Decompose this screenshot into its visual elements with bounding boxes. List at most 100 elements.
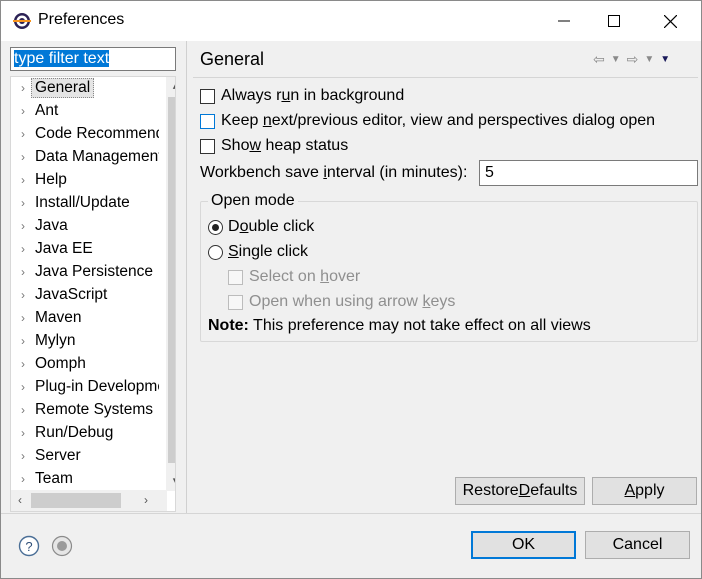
close-button[interactable] <box>647 1 693 41</box>
checkbox-box[interactable] <box>200 88 215 104</box>
chevron-right-icon[interactable]: › <box>11 449 31 463</box>
checkbox-label: Always run in background <box>221 87 405 104</box>
tree-item-data-management[interactable]: › Data Management <box>11 146 159 168</box>
tree-item-java-ee[interactable]: › Java EE <box>11 238 159 260</box>
info-icon[interactable] <box>51 535 73 557</box>
tree-item-label: Java <box>35 217 68 234</box>
tree-item-run-debug[interactable]: › Run/Debug <box>11 422 159 444</box>
view-menu-icon[interactable]: ▼ <box>660 54 670 65</box>
chevron-right-icon[interactable]: › <box>11 150 31 164</box>
chevron-right-icon[interactable]: › <box>11 357 31 371</box>
tree-item-mylyn[interactable]: › Mylyn <box>11 330 159 352</box>
radio-label: Single click <box>228 243 309 260</box>
minimize-button[interactable] <box>541 1 587 41</box>
tree-item-help[interactable]: › Help <box>11 169 159 191</box>
tree-item-label: Maven <box>35 309 82 326</box>
forward-arrow-icon[interactable]: ⇨ <box>627 51 639 68</box>
eclipse-icon <box>13 13 31 29</box>
vertical-scroll-thumb[interactable] <box>168 97 175 463</box>
back-dropdown-icon[interactable]: ▼ <box>611 54 621 65</box>
radio-button[interactable] <box>208 219 223 235</box>
chevron-right-icon[interactable]: › <box>11 380 31 394</box>
tree-item-label: Mylyn <box>35 332 76 349</box>
close-icon <box>663 14 677 28</box>
chevron-right-icon[interactable]: › <box>11 219 31 233</box>
chevron-right-icon[interactable]: › <box>11 334 31 348</box>
chevron-right-icon[interactable]: › <box>11 472 31 486</box>
tree-item-java-persistence[interactable]: › Java Persistence <box>11 261 159 283</box>
chevron-right-icon[interactable]: › <box>11 81 31 95</box>
bottom-separator <box>1 513 701 514</box>
chevron-right-icon[interactable]: › <box>11 173 31 187</box>
maximize-button[interactable] <box>591 1 637 41</box>
tree-item-maven[interactable]: › Maven <box>11 307 159 329</box>
tree-item-general[interactable]: › General <box>11 77 159 99</box>
horizontal-scrollbar[interactable]: ‹ › <box>11 490 167 511</box>
tree-item-label: Team <box>35 470 73 487</box>
checkbox-box[interactable] <box>200 138 215 154</box>
tree-item-oomph[interactable]: › Oomph <box>11 353 159 375</box>
apply-button[interactable]: Apply <box>592 477 697 505</box>
chevron-right-icon[interactable]: › <box>11 403 31 417</box>
show-heap-status-checkbox[interactable]: Show heap status <box>200 135 348 157</box>
checkbox-box[interactable] <box>228 269 243 285</box>
scroll-left-icon[interactable]: ‹ <box>11 490 29 511</box>
chevron-right-icon[interactable]: › <box>11 242 31 256</box>
title-separator <box>193 77 698 78</box>
help-icon[interactable]: ? <box>18 535 40 557</box>
minimize-icon <box>558 20 570 22</box>
tree-item-javascript[interactable]: › JavaScript <box>11 284 159 306</box>
open-mode-note: Note: This preference may not take effec… <box>208 317 591 334</box>
select-on-hover-checkbox[interactable]: Select on hover <box>228 266 360 288</box>
tree-item-install-update[interactable]: › Install/Update <box>11 192 159 214</box>
checkbox-box[interactable] <box>228 294 243 310</box>
chevron-right-icon[interactable]: › <box>11 311 31 325</box>
restore-defaults-button[interactable]: Restore Defaults <box>455 477 585 505</box>
always-run-background-checkbox[interactable]: Always run in background <box>200 85 404 107</box>
page-navigation: ⇦ ▼ ⇨ ▼ ▼ <box>593 49 693 69</box>
tree-item-code-recommenders[interactable]: › Code Recommenders <box>11 123 159 145</box>
scroll-down-icon[interactable]: ▾ <box>166 472 175 490</box>
window-title: Preferences <box>38 11 125 28</box>
tree-item-java[interactable]: › Java <box>11 215 159 237</box>
tree-item-ant[interactable]: › Ant <box>11 100 159 122</box>
page-title: General <box>200 49 265 69</box>
tree-item-label: Remote Systems <box>35 401 154 418</box>
ok-button[interactable]: OK <box>471 531 576 559</box>
maximize-icon <box>608 15 620 27</box>
back-arrow-icon[interactable]: ⇦ <box>593 51 605 68</box>
checkbox-label: Keep next/previous editor, view and pers… <box>221 112 656 129</box>
scroll-right-icon[interactable]: › <box>137 490 155 511</box>
tree-item-remote-systems[interactable]: › Remote Systems <box>11 399 159 421</box>
double-click-radio[interactable]: Double click <box>208 216 314 238</box>
filter-input[interactable]: type filter text <box>10 47 176 71</box>
save-interval-input[interactable]: 5 <box>479 160 698 186</box>
vertical-scrollbar[interactable]: ▴ ▾ <box>166 77 175 491</box>
chevron-right-icon[interactable]: › <box>11 196 31 210</box>
chevron-right-icon[interactable]: › <box>11 426 31 440</box>
chevron-right-icon[interactable]: › <box>11 127 31 141</box>
checkbox-box[interactable] <box>200 113 215 129</box>
chevron-right-icon[interactable]: › <box>11 104 31 118</box>
preference-tree[interactable]: ›General › Ant › Code Recommenders ›Data M… <box>10 76 176 512</box>
tree-item-label: Oomph <box>35 355 86 372</box>
horizontal-scroll-thumb[interactable] <box>31 493 121 508</box>
chevron-right-icon[interactable]: › <box>11 288 31 302</box>
save-interval-label: Workbench save interval (in minutes): <box>200 164 468 181</box>
tree-item-label: Java Persistence <box>35 263 154 280</box>
checkbox-label: Open when using arrow keys <box>249 293 456 310</box>
tree-item-label: Ant <box>35 102 59 119</box>
open-arrow-keys-checkbox[interactable]: Open when using arrow keys <box>228 291 455 313</box>
tree-item-label: Code Recommenders <box>35 125 159 142</box>
keep-next-previous-checkbox[interactable]: Keep next/previous editor, view and pers… <box>200 110 655 132</box>
chevron-right-icon[interactable]: › <box>11 265 31 279</box>
panel-splitter[interactable] <box>186 41 187 513</box>
single-click-radio[interactable]: Single click <box>208 241 308 263</box>
radio-button[interactable] <box>208 244 223 260</box>
tree-item-team[interactable]: › Team <box>11 468 159 490</box>
scroll-up-icon[interactable]: ▴ <box>166 77 175 95</box>
forward-dropdown-icon[interactable]: ▼ <box>644 54 654 65</box>
tree-item-plug-in-development[interactable]: › Plug-in Development <box>11 376 159 398</box>
cancel-button[interactable]: Cancel <box>585 531 690 559</box>
tree-item-server[interactable]: › Server <box>11 445 159 467</box>
